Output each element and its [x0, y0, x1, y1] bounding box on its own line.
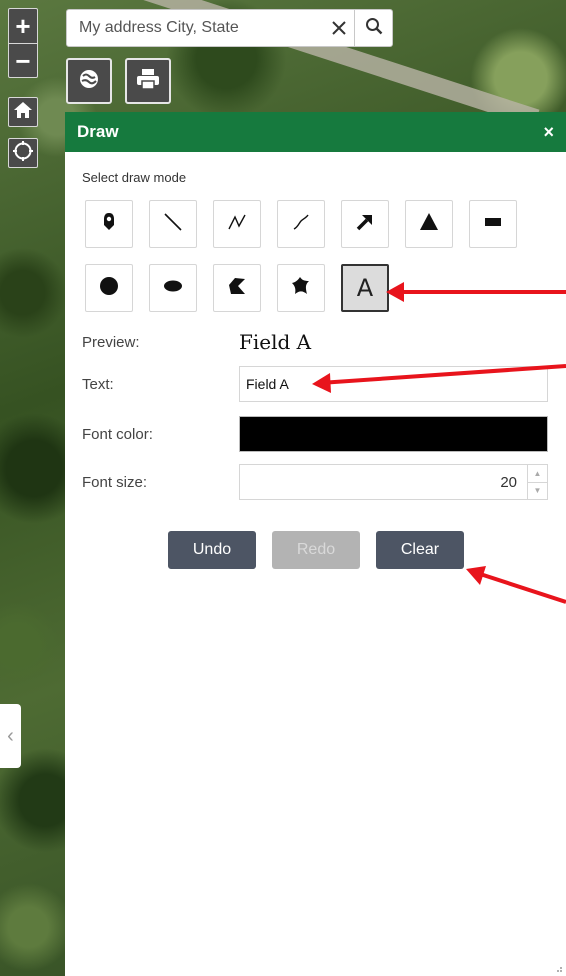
draw-mode-grid: A	[85, 200, 525, 312]
draw-mode-triangle[interactable]	[405, 200, 453, 248]
locate-icon	[12, 140, 34, 167]
preview-label: Preview:	[82, 333, 140, 351]
font-color-row: Font color:	[82, 416, 548, 452]
panel-title: Draw	[77, 122, 119, 141]
draw-mode-arrow[interactable]	[341, 200, 389, 248]
draw-mode-freehand-polygon[interactable]	[277, 264, 325, 312]
basemap-gallery-button[interactable]	[66, 58, 112, 104]
ellipse-icon	[162, 275, 184, 302]
text-icon: A	[356, 274, 374, 302]
redo-button: Redo	[272, 531, 360, 569]
spinner-up-button[interactable]: ▲	[528, 465, 547, 482]
resize-grip-icon[interactable]	[554, 964, 562, 972]
draw-mode-point[interactable]	[85, 200, 133, 248]
draw-mode-ellipse[interactable]	[149, 264, 197, 312]
draw-mode-rectangle[interactable]	[469, 200, 517, 248]
rectangle-icon	[482, 211, 504, 238]
draw-mode-text[interactable]: A	[341, 264, 389, 312]
home-icon	[13, 100, 33, 125]
search-icon	[365, 17, 383, 40]
circle-icon	[98, 275, 120, 302]
draw-mode-polyline[interactable]	[213, 200, 261, 248]
home-button[interactable]	[8, 97, 38, 127]
freehand-line-icon	[290, 211, 312, 238]
font-size-input[interactable]	[240, 472, 527, 492]
search-input[interactable]	[67, 10, 324, 46]
basemap-gallery-icon	[77, 67, 101, 96]
chevron-left-icon: ‹	[7, 724, 14, 747]
draw-mode-freehand-polyline[interactable]	[277, 200, 325, 248]
polyline-icon	[226, 211, 248, 238]
draw-mode-polygon[interactable]	[213, 264, 261, 312]
search-button[interactable]	[354, 10, 392, 46]
arrow-icon	[354, 211, 376, 238]
text-label: Text:	[82, 375, 114, 393]
freehand-polygon-icon	[290, 275, 312, 302]
line-icon	[162, 211, 184, 238]
zoom-control: + −	[8, 8, 38, 78]
panel-collapse-tab[interactable]: ‹	[0, 704, 21, 768]
font-color-picker[interactable]	[239, 416, 548, 452]
zoom-in-button[interactable]: +	[9, 9, 37, 43]
preview-text: Field A	[239, 330, 312, 354]
panel-header: Draw ×	[65, 112, 566, 152]
draw-mode-label: Select draw mode	[82, 170, 187, 185]
font-size-row: Font size: ▲ ▼	[82, 464, 548, 500]
draw-mode-circle[interactable]	[85, 264, 133, 312]
polygon-icon	[226, 275, 248, 302]
close-icon[interactable]: ×	[543, 122, 554, 143]
print-icon	[136, 68, 160, 95]
triangle-icon	[418, 211, 440, 238]
map-pin-icon	[99, 212, 119, 237]
print-button[interactable]	[125, 58, 171, 104]
draw-panel: Draw × Select draw mode A Preview: Field…	[65, 112, 566, 976]
font-size-field: ▲ ▼	[239, 464, 548, 500]
zoom-out-button[interactable]: −	[9, 43, 37, 77]
font-size-label: Font size:	[82, 473, 148, 491]
font-color-label: Font color:	[82, 425, 153, 443]
preview-row: Preview: Field A	[82, 330, 548, 354]
action-buttons: Undo Redo Clear	[168, 531, 464, 569]
draw-mode-line[interactable]	[149, 200, 197, 248]
text-input[interactable]	[239, 366, 548, 402]
font-size-spinner: ▲ ▼	[527, 465, 547, 499]
clear-button[interactable]: Clear	[376, 531, 464, 569]
search-box	[66, 9, 393, 47]
close-icon[interactable]	[324, 20, 354, 36]
spinner-down-button[interactable]: ▼	[528, 481, 547, 500]
undo-button[interactable]: Undo	[168, 531, 256, 569]
locate-button[interactable]	[8, 138, 38, 168]
text-row: Text:	[82, 366, 548, 402]
